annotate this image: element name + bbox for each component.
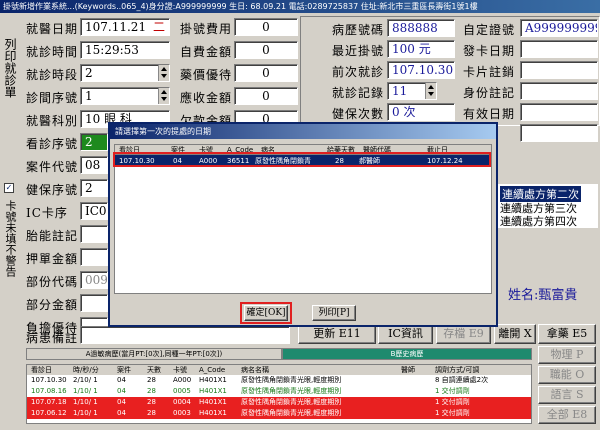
- reg-fee-label: 掛號費用: [180, 22, 233, 36]
- session-spinner[interactable]: [158, 65, 169, 81]
- card-count-label: 健保次數: [332, 107, 385, 121]
- issue-date-label: 發卡日期: [463, 44, 516, 58]
- insurance-label: 健保序號: [26, 183, 79, 197]
- dept-label: 就醫科別: [26, 114, 79, 128]
- prev-visit-label: 前次就診: [332, 65, 385, 79]
- note-field[interactable]: [80, 326, 290, 344]
- card-cancel-label: 卡片註銷: [463, 65, 516, 79]
- drug-discount-field[interactable]: 0: [234, 64, 298, 82]
- fetal-label: 胎能註記: [26, 229, 79, 243]
- update-button[interactable]: 更新 E11: [298, 324, 376, 344]
- seq-label: 看診序號: [26, 137, 79, 151]
- deposit-label: 押單金額: [26, 252, 79, 266]
- self-pay-label: 自費金額: [180, 45, 233, 59]
- drug-discount-label: 藥價優待: [180, 68, 233, 82]
- print-visit-slip-label[interactable]: 列印就診單: [2, 38, 19, 98]
- deposit-field[interactable]: [80, 248, 108, 266]
- ok-button[interactable]: 確定[OK]: [244, 305, 288, 321]
- clinic-spinner[interactable]: [158, 88, 169, 104]
- issue-date-field[interactable]: [520, 40, 598, 58]
- custom-id-field[interactable]: A999999999: [520, 19, 598, 37]
- patient-name: 姓名:甄富貴: [508, 288, 578, 303]
- chart-no-field[interactable]: 888888: [387, 19, 455, 37]
- speech-button[interactable]: 語言 S: [538, 386, 596, 404]
- insurance-field[interactable]: 2: [80, 179, 108, 197]
- no-warning-checkbox[interactable]: ✓: [4, 183, 14, 193]
- identity-label: 身份註記: [463, 86, 516, 100]
- receivable-field[interactable]: 0: [234, 87, 298, 105]
- visit-date-label: 就醫日期: [26, 22, 79, 36]
- table-row[interactable]: 107.10.30 2/10/ 1 04 28 A000 H401X1 原發性隅角閉鎖青光眼…: [27, 375, 531, 386]
- save-button[interactable]: 存檔 E9: [436, 324, 491, 344]
- row-highlight-box: [113, 152, 491, 167]
- session-label: 就診時段: [26, 68, 79, 82]
- table-row[interactable]: 107.08.16 1/10/ 1 04 28 0005 H401X1 原發性隅角閉鎖青光眼…: [27, 386, 531, 397]
- all-button[interactable]: 全部 E8: [538, 406, 596, 424]
- copay-label: 部份代碼: [26, 275, 79, 289]
- prev-visit-field[interactable]: 107.10.30: [387, 61, 455, 79]
- record-spinner[interactable]: [425, 83, 436, 99]
- card-cancel-field[interactable]: [520, 61, 598, 79]
- window-title: 掛號新增作業系統...(Keywords..065_4)身分證:A9999999…: [0, 0, 600, 13]
- history-header: 看診日 時/秒/分 案件 天數 卡號 A_Code 病名名稱 醫師 調劑方式/可…: [27, 365, 531, 375]
- ic-label: IC卡序: [26, 206, 68, 220]
- chart-no-label: 病歷號碼: [332, 23, 385, 37]
- valid-date-field[interactable]: [520, 103, 598, 121]
- physio-button[interactable]: 物理 P: [538, 346, 596, 364]
- dialog-title: 請選擇第一次的提處的日期: [110, 124, 496, 139]
- case-field[interactable]: 08: [80, 156, 108, 174]
- table-row[interactable]: 107.07.18 1/10/ 1 04 28 0004 H401X1 原發性隅角閉鎖青光眼…: [27, 397, 531, 408]
- visit-date-field[interactable]: 107.11.21 二: [80, 18, 170, 36]
- custom-id-label: 自定證號: [463, 23, 516, 37]
- refill-item-4[interactable]: 連續處方第四次: [500, 213, 577, 229]
- valid-date-label: 有效日期: [463, 107, 516, 121]
- last-pay-label: 最近掛號: [332, 44, 385, 58]
- copay-field[interactable]: 009: [80, 271, 108, 289]
- identity-field[interactable]: [520, 82, 598, 100]
- age-field[interactable]: [520, 124, 598, 142]
- history-table: 看診日 時/秒/分 案件 天數 卡號 A_Code 病名名稱 醫師 調劑方式/可…: [26, 364, 532, 424]
- card-count-field[interactable]: 0 次: [387, 103, 455, 121]
- ic-field[interactable]: IC02: [80, 202, 108, 220]
- record-label: 就診記錄: [332, 86, 385, 100]
- self-pay-field[interactable]: 0: [234, 41, 298, 59]
- select-date-dialog: 請選擇第一次的提處的日期 看診日 案件 卡號 A_Code 病名 給藥天數 醫師…: [108, 122, 498, 327]
- partial-amt-field[interactable]: [80, 294, 108, 312]
- seq-field[interactable]: 2: [80, 133, 108, 151]
- tab-past-history[interactable]: B歷史病歷: [282, 348, 532, 360]
- visit-time-label: 就診時間: [26, 45, 79, 59]
- occupational-button[interactable]: 職能 O: [538, 366, 596, 384]
- note-label: 病患備註: [26, 331, 79, 345]
- session-field[interactable]: 2: [80, 64, 170, 82]
- leave-button[interactable]: 離開 X: [494, 324, 536, 344]
- table-row[interactable]: 107.06.12 1/10/ 1 04 28 0003 H401X1 原發性隅角閉鎖青光眼…: [27, 408, 531, 419]
- record-field[interactable]: 11: [387, 82, 437, 100]
- clinic-field[interactable]: 1: [80, 87, 170, 105]
- last-pay-field[interactable]: 100 元: [387, 40, 455, 58]
- ic-info-button[interactable]: IC資訊: [378, 324, 433, 344]
- print-button[interactable]: 列印[P]: [312, 305, 356, 321]
- no-warning-label: 卡號未填不警告: [4, 200, 17, 277]
- partial-amt-label: 部分金額: [26, 298, 79, 312]
- visit-time-field[interactable]: 15:29:53: [80, 41, 170, 59]
- reg-fee-field[interactable]: 0: [234, 18, 298, 36]
- case-label: 案件代號: [26, 160, 79, 174]
- receivable-label: 應收金額: [180, 91, 233, 105]
- clinic-label: 診間序號: [26, 91, 79, 105]
- tab-allergy-history[interactable]: A過敏病歷(當月PT:[0次],同種一年PT:[0次]): [26, 348, 282, 360]
- take-med-button[interactable]: 拿藥 E5: [538, 324, 596, 344]
- fetal-field[interactable]: [80, 225, 108, 243]
